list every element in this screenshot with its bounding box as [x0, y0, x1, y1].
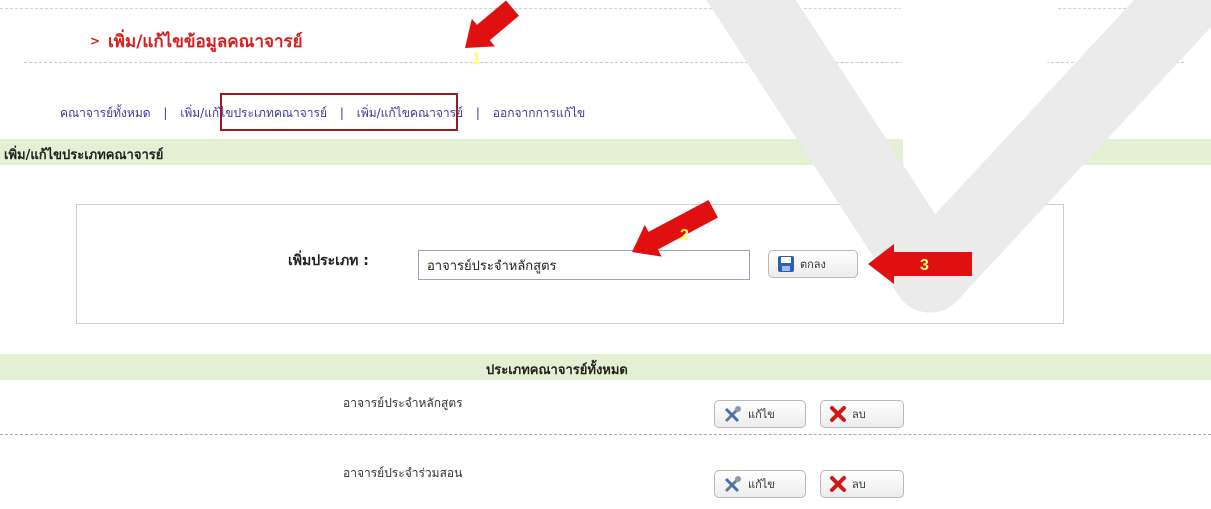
- annotation-number: 2: [680, 227, 689, 244]
- arrow-2: [632, 199, 718, 257]
- annotation-overlay: 1 2 3: [464, 0, 1211, 313]
- annotation-number: 3: [920, 257, 929, 274]
- arrow-1: [464, 0, 519, 48]
- annotation-number: 1: [472, 51, 481, 68]
- watermark-slash: [706, 0, 968, 313]
